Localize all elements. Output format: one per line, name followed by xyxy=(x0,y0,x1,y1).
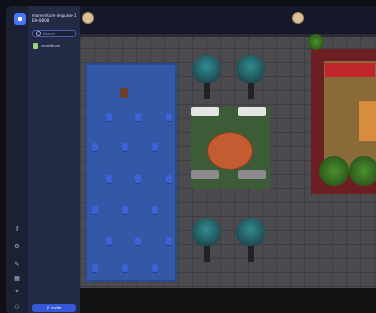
calendar-icon[interactable]: ▦ xyxy=(13,274,21,282)
space-title: momentum-impulse-1 EH-8808 xyxy=(32,13,80,23)
avatar xyxy=(33,43,38,49)
chair xyxy=(135,175,141,183)
sofa xyxy=(238,107,266,116)
coffee-table xyxy=(207,132,253,170)
pen-icon[interactable]: ✎ xyxy=(13,260,21,268)
game-map[interactable] xyxy=(80,6,376,313)
sofa xyxy=(238,170,266,179)
tree-trunk xyxy=(248,246,254,262)
chair xyxy=(122,206,128,214)
tree xyxy=(192,218,221,247)
chair xyxy=(152,143,158,151)
member-name: ronaldtune xyxy=(41,44,61,48)
street-lamp-right xyxy=(292,12,304,24)
chair xyxy=(106,113,112,121)
tree-trunk xyxy=(248,83,254,99)
potted-plant xyxy=(319,156,349,186)
chair xyxy=(92,264,98,272)
sofa xyxy=(191,170,219,179)
tree-trunk xyxy=(204,246,210,262)
icon-rail: ⚷ ⚙ ✎ ▦ ⌖ ⚇ xyxy=(6,6,28,313)
potted-plant xyxy=(308,34,324,50)
space-subtitle: EH-8808 xyxy=(32,18,50,23)
app-window: ⚷ ⚙ ✎ ▦ ⌖ ⚇ momentum-impulse-1 EH-8808 S… xyxy=(0,0,376,313)
person-plus-icon: ⚲ xyxy=(46,306,50,310)
side-desk xyxy=(359,101,376,141)
top-wall xyxy=(80,34,376,37)
sidebar: momentum-impulse-1 EH-8808 Search ronald… xyxy=(28,6,80,313)
chair xyxy=(135,113,141,121)
location-icon[interactable]: ⌖ xyxy=(13,288,21,296)
chair xyxy=(166,175,172,183)
tree xyxy=(236,55,265,84)
chair xyxy=(122,143,128,151)
chair xyxy=(92,143,98,151)
tree-trunk xyxy=(204,83,210,99)
gear-icon[interactable]: ⚙ xyxy=(13,242,21,250)
app-logo-icon[interactable] xyxy=(14,13,26,25)
search-placeholder: Search xyxy=(43,31,56,36)
search-icon xyxy=(36,31,41,36)
key-icon[interactable]: ⚷ xyxy=(13,224,21,232)
chair xyxy=(166,113,172,121)
out-of-bounds-area xyxy=(80,288,376,313)
street-lamp-left xyxy=(82,12,94,24)
invite-button[interactable]: ⚲ Invite xyxy=(32,304,76,312)
chair xyxy=(122,264,128,272)
tree xyxy=(236,218,265,247)
city-skyline xyxy=(80,6,376,35)
potted-plant xyxy=(349,156,376,186)
chair xyxy=(106,237,112,245)
chair xyxy=(166,237,172,245)
people-icon[interactable]: ⚇ xyxy=(13,303,21,311)
chair xyxy=(152,206,158,214)
tree xyxy=(192,55,221,84)
chair xyxy=(92,206,98,214)
invite-label: Invite xyxy=(51,306,62,310)
sofa xyxy=(191,107,219,116)
member-list-item[interactable]: ronaldtune xyxy=(33,43,60,49)
player-avatar[interactable] xyxy=(120,88,128,98)
chair xyxy=(152,264,158,272)
red-sofa-row xyxy=(325,63,375,77)
chair xyxy=(135,237,141,245)
meeting-carpet xyxy=(85,63,177,282)
search-input[interactable]: Search xyxy=(32,30,76,37)
chair xyxy=(106,175,112,183)
